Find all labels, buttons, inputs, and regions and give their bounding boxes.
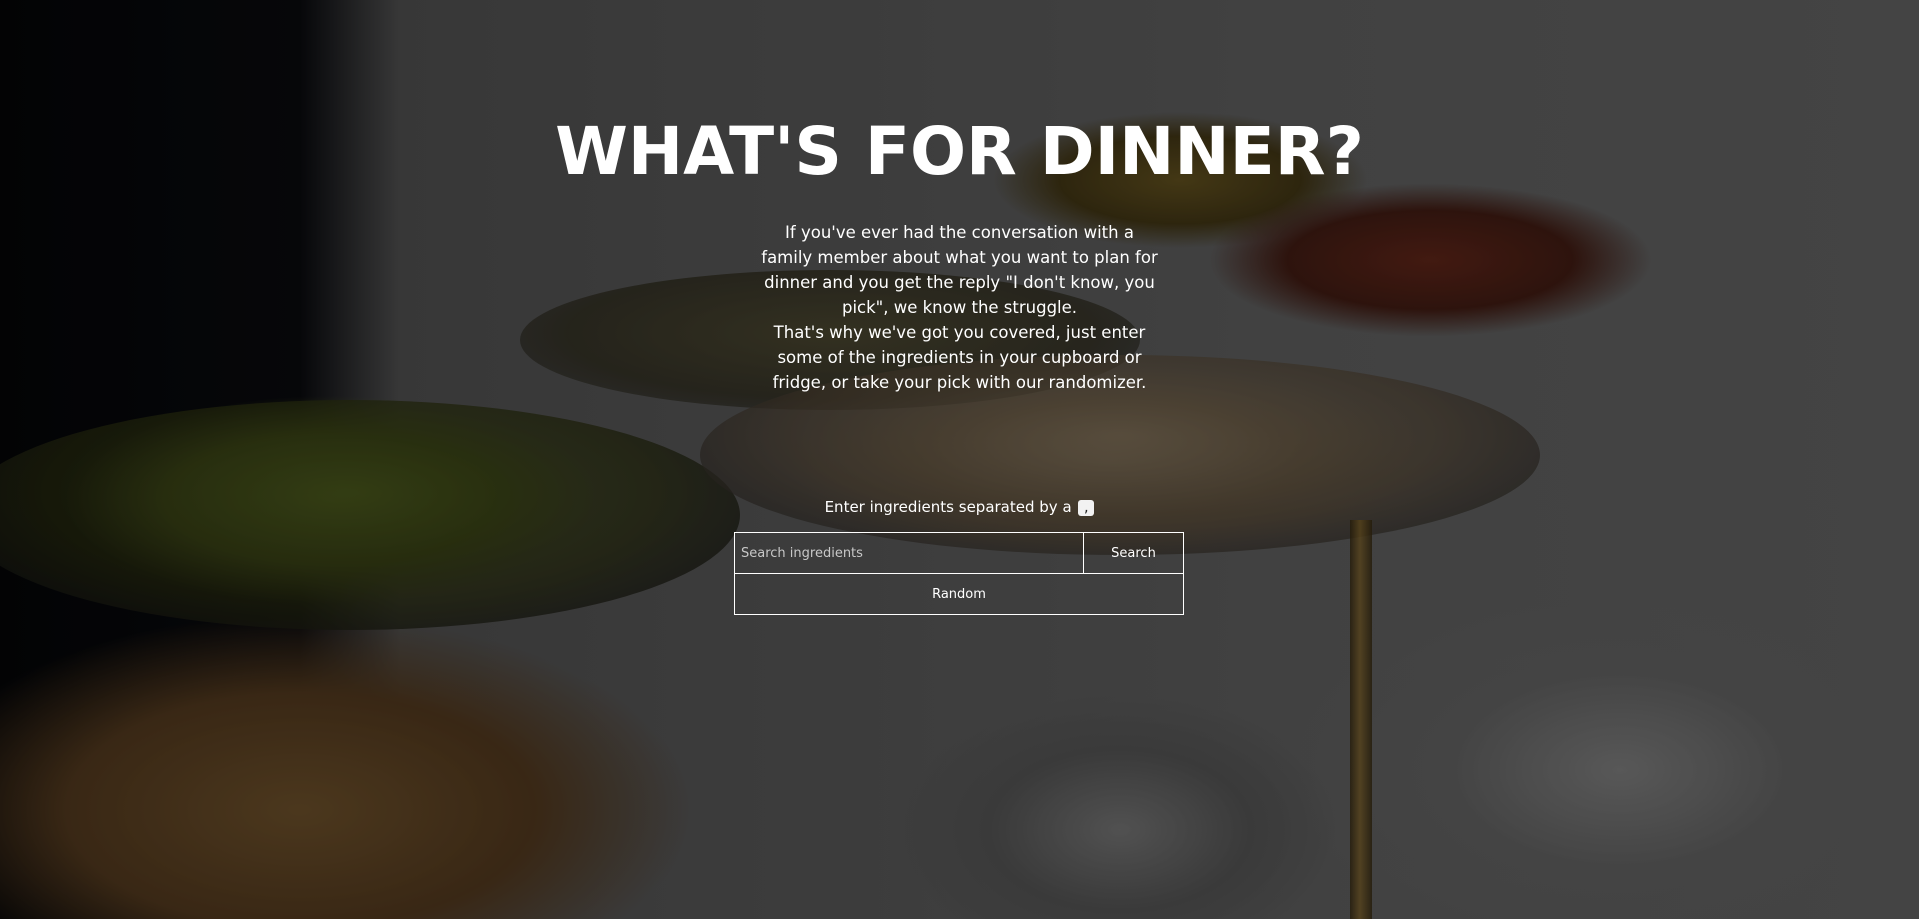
- page-title: WHAT'S FOR DINNER?: [555, 113, 1364, 190]
- search-form: Search: [734, 532, 1184, 574]
- intro-paragraph-2: That's why we've got you covered, just e…: [772, 323, 1147, 392]
- comma-key-badge: ,: [1078, 499, 1095, 516]
- intro-paragraph-1: If you've ever had the conversation with…: [761, 223, 1158, 317]
- search-label-text: Enter ingredients separated by a: [824, 498, 1072, 516]
- search-input[interactable]: [735, 533, 1083, 573]
- intro-text: If you've ever had the conversation with…: [760, 220, 1159, 395]
- hero-section: WHAT'S FOR DINNER? If you've ever had th…: [0, 0, 1919, 919]
- search-button[interactable]: Search: [1083, 533, 1183, 573]
- random-button[interactable]: Random: [734, 573, 1184, 615]
- search-label: Enter ingredients separated by a ,: [0, 498, 1919, 516]
